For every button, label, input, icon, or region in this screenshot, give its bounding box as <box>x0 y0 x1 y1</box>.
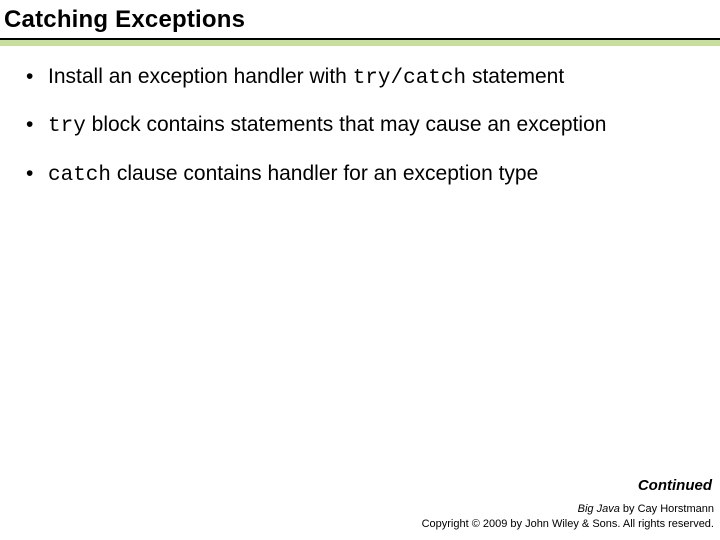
bullet-1-code: try/catch <box>353 67 466 90</box>
bullet-item-3: catch clause contains handler for an exc… <box>26 161 694 189</box>
footer: Big Java by Cay Horstmann Copyright © 20… <box>422 502 714 532</box>
title-rule <box>0 38 720 46</box>
bullet-list: Install an exception handler with try/ca… <box>0 46 720 189</box>
continued-label: Continued <box>638 477 712 494</box>
bullet-1-text-pre: Install an exception handler with <box>48 65 353 88</box>
footer-byline: by Cay Horstmann <box>620 503 714 515</box>
bullet-3-text-post: clause contains handler for an exception… <box>111 162 538 185</box>
footer-book-title: Big Java <box>578 503 620 515</box>
slide-title: Catching Exceptions <box>0 0 720 38</box>
bullet-2-code: try <box>48 115 86 138</box>
bullet-3-code: catch <box>48 164 111 187</box>
footer-line-1: Big Java by Cay Horstmann <box>422 502 714 517</box>
bullet-item-2: try block contains statements that may c… <box>26 112 694 140</box>
slide: Catching Exceptions Install an exception… <box>0 0 720 540</box>
bullet-2-text-post: block contains statements that may cause… <box>86 113 607 136</box>
bullet-item-1: Install an exception handler with try/ca… <box>26 64 694 92</box>
footer-copyright: Copyright © 2009 by John Wiley & Sons. A… <box>422 517 714 532</box>
bullet-1-text-post: statement <box>466 65 564 88</box>
